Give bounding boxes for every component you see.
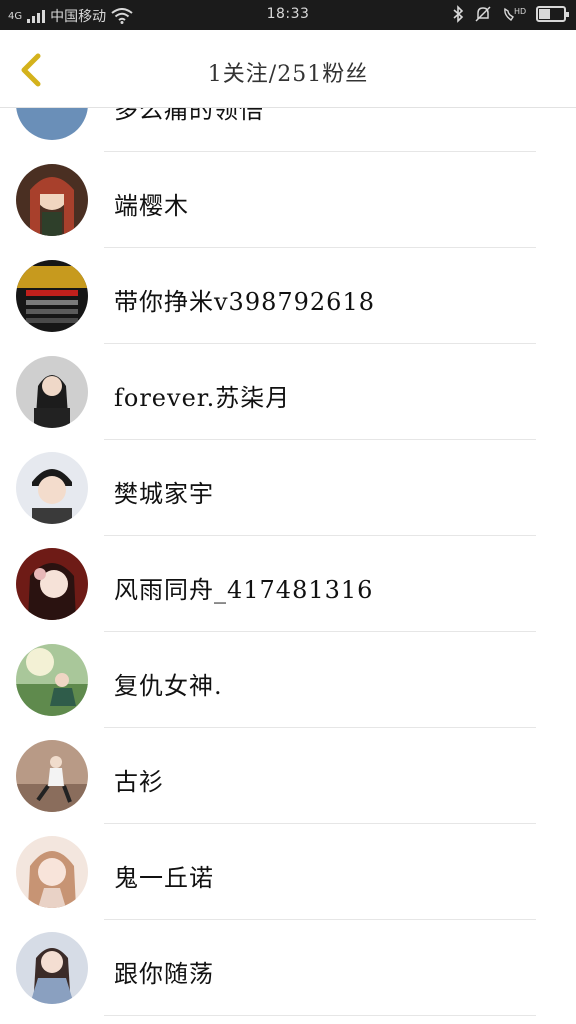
list-item[interactable]: 古衫: [0, 728, 576, 824]
list-item[interactable]: 跟你随荡: [0, 920, 576, 1016]
follower-list: 多么痛的领悟 端樱木 带你挣米v398792618 forever.苏柒月 樊城…: [0, 68, 576, 1016]
follower-name: 古衫: [114, 768, 164, 796]
avatar[interactable]: [16, 644, 88, 716]
follower-name: 鬼一丘诺: [114, 864, 214, 892]
divider: [104, 1015, 536, 1016]
list-item[interactable]: 鬼一丘诺: [0, 824, 576, 920]
status-bar: 4G 中国移动 18:33 HD: [0, 0, 576, 30]
follower-name: 端樱木: [114, 192, 189, 220]
bluetooth-icon: [453, 5, 464, 23]
list-item[interactable]: 带你挣米v398792618: [0, 248, 576, 344]
svg-text:HD: HD: [514, 7, 526, 16]
list-item[interactable]: 复仇女神.: [0, 632, 576, 728]
page-title: 1关注/251粉丝: [207, 62, 369, 87]
avatar[interactable]: [16, 164, 88, 236]
battery-icon: [536, 6, 569, 22]
header: 1关注/251粉丝: [0, 30, 576, 108]
avatar[interactable]: [16, 932, 88, 1004]
avatar[interactable]: [16, 740, 88, 812]
bell-muted-icon: [475, 6, 491, 22]
avatar[interactable]: [16, 356, 88, 428]
list-item[interactable]: 端樱木: [0, 152, 576, 248]
avatar[interactable]: [16, 260, 88, 332]
follower-name: 跟你随荡: [114, 960, 214, 988]
list-item[interactable]: forever.苏柒月: [0, 344, 576, 440]
follower-name: 风雨同舟_417481316: [114, 576, 374, 604]
follower-name: forever.苏柒月: [114, 384, 291, 412]
avatar[interactable]: [16, 548, 88, 620]
list-item[interactable]: 樊城家宇: [0, 440, 576, 536]
follower-name: 樊城家宇: [114, 480, 214, 508]
hd-call-icon: HD: [504, 7, 526, 21]
avatar[interactable]: [16, 836, 88, 908]
avatar[interactable]: [16, 452, 88, 524]
follower-name: 复仇女神.: [114, 672, 223, 700]
status-right: HD: [452, 5, 569, 23]
list-item[interactable]: 风雨同舟_417481316: [0, 536, 576, 632]
follower-name: 带你挣米v398792618: [114, 288, 375, 316]
